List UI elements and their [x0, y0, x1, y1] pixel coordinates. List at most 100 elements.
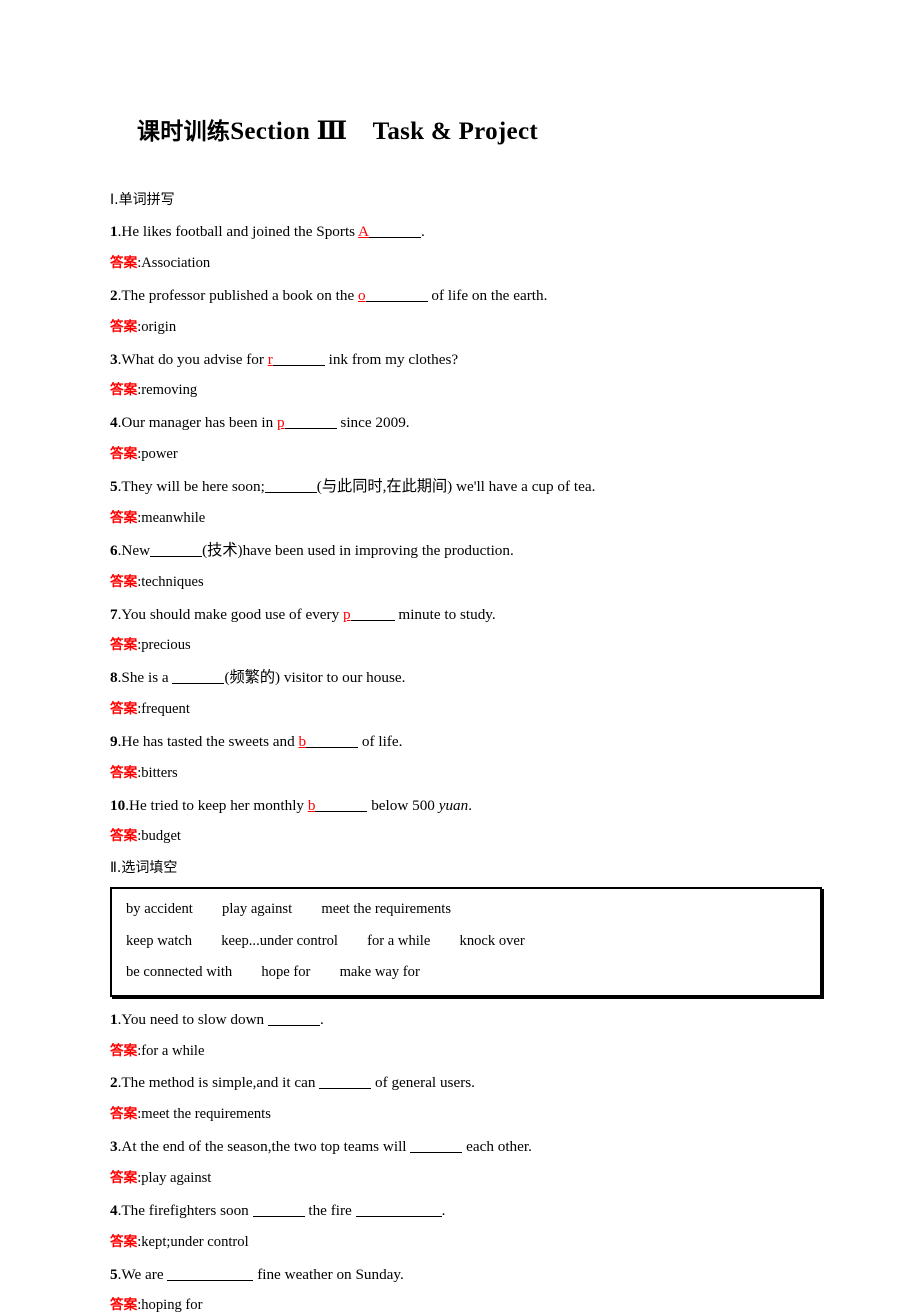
question-text-post: each other. [462, 1138, 532, 1156]
question-text-pre: .You need to slow down [117, 1010, 268, 1028]
page-title-english: Section Ⅲ Task & Project [230, 118, 538, 145]
question-number: 6 [110, 541, 118, 559]
question-number: 5 [110, 1265, 118, 1283]
question-text-pre: .The method is simple,and it can [117, 1074, 320, 1092]
answer-label: 答案 [110, 828, 138, 845]
answer-line: 答案:play against [110, 1169, 824, 1188]
answer-blank[interactable] [150, 541, 203, 557]
answer-text: hoping for [141, 1297, 203, 1314]
answer-blank[interactable] [306, 733, 359, 748]
section-heading-2: Ⅱ.选词填空 [110, 860, 178, 877]
answer-text: frequent [141, 701, 190, 718]
question-text-pre: .He tried to keep her monthly [125, 796, 308, 814]
answer-label: 答案 [110, 1169, 138, 1186]
question-text-pre: .New [117, 541, 151, 559]
answer-blank[interactable] [369, 223, 421, 239]
answer-blank[interactable] [319, 1074, 372, 1090]
question-answer-block: 10.He tried to keep her monthly b below … [110, 796, 824, 847]
hint-letter: p [343, 605, 351, 623]
document-page: 课时训练Section Ⅲ Task & Project Ⅰ.单词拼写 1.He… [0, 0, 920, 1315]
question-text-pre: .What do you advise for [117, 350, 268, 368]
section-heading-1: Ⅰ.单词拼写 [110, 191, 175, 208]
answer-text: removing [141, 382, 198, 399]
page-title-chinese: 课时训练 [137, 119, 231, 145]
answer-label: 答案 [110, 1042, 138, 1059]
question-text-post: fine weather on Sunday. [253, 1265, 404, 1283]
question-line: 1.You need to slow down . [110, 1010, 824, 1030]
answer-label: 答案 [110, 1106, 138, 1123]
question-text-pre: .The firefighters soon [117, 1201, 253, 1219]
answer-line: 答案:techniques [110, 573, 824, 592]
question-line: 1.He likes football and joined the Sport… [110, 222, 824, 242]
question-line: 8.She is a (频繁的) visitor to our house. [110, 668, 824, 688]
answer-blank-secondary[interactable] [355, 1201, 442, 1217]
question-line: 5.They will be here soon; (与此同时,在此期间) we'… [110, 477, 824, 497]
answer-text: budget [141, 828, 181, 845]
question-text-pre: .They will be here soon; [117, 478, 265, 496]
question-text-post: (技术)have been used in improving the prod… [202, 541, 514, 559]
answer-blank[interactable] [167, 1265, 254, 1281]
question-text-pre: .The professor published a book on the [117, 286, 359, 304]
answer-line: 答案:meet the requirements [110, 1105, 824, 1124]
answer-blank[interactable] [365, 287, 428, 302]
word-bank-row: be connected with hope for make way for [126, 964, 420, 981]
question-number: 4 [110, 1201, 118, 1219]
question-answer-block: 1.He likes football and joined the Sport… [110, 222, 824, 273]
answer-line: 答案:frequent [110, 700, 824, 719]
answer-blank[interactable] [315, 796, 368, 812]
question-text-post: the fire [304, 1201, 356, 1219]
question-number: 9 [110, 733, 118, 750]
section-2-items: 1.You need to slow down . 答案:for a while 2… [110, 1010, 824, 1315]
question-number: 8 [110, 669, 118, 687]
question-number: 7 [110, 605, 118, 623]
question-answer-block: 1.You need to slow down . 答案:for a while [110, 1010, 824, 1061]
question-number: 1 [110, 223, 118, 241]
answer-line: 答案:hoping for [110, 1296, 824, 1315]
question-line: 2.The professor published a book on the … [110, 286, 824, 306]
question-answer-block: 7.You should make good use of every p mi… [110, 605, 824, 656]
answer-line: 答案:Association [110, 254, 824, 273]
answer-label: 答案 [110, 637, 138, 654]
question-line: 10.He tried to keep her monthly b below … [110, 796, 824, 816]
answer-text: for a while [141, 1042, 205, 1059]
answer-text: techniques [141, 573, 204, 590]
question-answer-block: 3.What do you advise for r ink from my c… [110, 350, 824, 401]
question-text-post: of general users. [371, 1074, 475, 1092]
question-text-italic: yuan [438, 796, 469, 814]
question-line: 9.He has tasted the sweets and b of life… [110, 732, 824, 752]
question-answer-block: 4.Our manager has been in p since 2009. 答… [110, 413, 824, 464]
question-text-pre: .Our manager has been in [117, 414, 278, 432]
question-text-post: since 2009. [336, 414, 410, 432]
question-number: 2 [110, 286, 118, 304]
answer-text: meet the requirements [141, 1106, 271, 1123]
answer-label: 答案 [110, 1297, 138, 1314]
answer-label: 答案 [110, 382, 138, 399]
answer-label: 答案 [110, 1233, 138, 1250]
question-text-pre: .He likes football and joined the Sports [117, 223, 359, 241]
answer-blank[interactable] [350, 605, 395, 621]
word-bank-row: by accident play against meet the requir… [126, 900, 452, 917]
answer-blank[interactable] [172, 669, 225, 685]
answer-line: 答案:removing [110, 381, 824, 400]
answer-line: 答案:bitters [110, 764, 824, 783]
answer-line: 答案:origin [110, 318, 824, 337]
question-line: 3.At the end of the season,the two top t… [110, 1137, 824, 1157]
answer-label: 答案 [110, 509, 138, 526]
hint-letter: o [358, 286, 366, 304]
hint-letter: b [307, 796, 316, 814]
answer-blank[interactable] [272, 350, 325, 366]
answer-blank[interactable] [264, 478, 317, 494]
answer-blank[interactable] [252, 1201, 305, 1217]
answer-line: 答案:power [110, 445, 824, 464]
answer-blank[interactable] [267, 1010, 320, 1026]
question-text-post2: . [468, 796, 473, 814]
question-line: 7.You should make good use of every p mi… [110, 605, 824, 625]
answer-line: 答案:budget [110, 827, 824, 846]
question-text-post: minute to study. [394, 605, 496, 623]
question-text-post: (与此同时,在此期间) we'll have a cup of tea. [316, 478, 596, 496]
question-line: 3.What do you advise for r ink from my c… [110, 350, 824, 370]
question-text-post: (频繁的) visitor to our house. [224, 669, 406, 687]
answer-blank[interactable] [284, 414, 337, 430]
answer-blank[interactable] [410, 1138, 463, 1154]
answer-line: 答案:for a while [110, 1042, 824, 1061]
